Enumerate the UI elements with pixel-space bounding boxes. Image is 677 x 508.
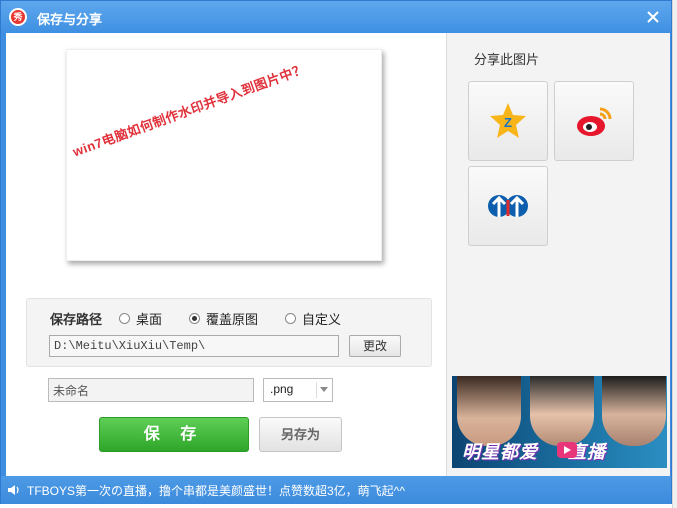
format-select[interactable]: .png — [263, 378, 333, 402]
status-bar[interactable]: TFBOYS第一次の直播，撸个串都是美颜盛世！点赞数超3亿，萌飞起^^ — [1, 476, 671, 504]
window-body: win7电脑如何制作水印并导入到图片中？ 保存路径 桌面 覆盖原图 自定义 D:… — [6, 33, 670, 476]
radio-overwrite-dot — [189, 313, 200, 324]
banner-face-1 — [457, 376, 521, 446]
app-logo-icon: 秀 — [9, 8, 27, 26]
window-title: 保存与分享 — [37, 12, 103, 27]
close-button[interactable] — [643, 7, 663, 27]
renren-icon — [488, 195, 528, 217]
format-divider — [316, 382, 317, 398]
speaker-icon — [8, 485, 19, 495]
title-bar[interactable]: 秀 保存与分享 — [1, 1, 671, 33]
format-value: .png — [270, 382, 294, 396]
change-path-button[interactable]: 更改 — [349, 335, 401, 357]
radio-overwrite-label: 覆盖原图 — [206, 312, 259, 327]
radio-desktop[interactable]: 桌面 — [119, 309, 162, 328]
banner-face-3 — [602, 376, 666, 446]
save-as-button[interactable]: 另存为 — [259, 417, 342, 452]
save-path-field[interactable]: D:\Meitu\XiuXiu\Temp\ — [49, 335, 339, 357]
save-button[interactable]: 保 存 — [99, 417, 249, 452]
radio-desktop-dot — [119, 313, 130, 324]
share-panel: 分享此图片 Z 明星都爱 直播 — [446, 33, 670, 476]
share-weibo-button[interactable] — [554, 81, 634, 161]
share-renren-button[interactable] — [468, 166, 548, 246]
file-name-field[interactable]: 未命名 — [48, 378, 254, 402]
save-path-box: 保存路径 桌面 覆盖原图 自定义 D:\Meitu\XiuXiu\Temp\ 更… — [26, 298, 432, 367]
radio-overwrite[interactable]: 覆盖原图 — [189, 309, 258, 328]
preview-watermark-text: win7电脑如何制作水印并导入到图片中？ — [70, 60, 308, 160]
image-preview: win7电脑如何制作水印并导入到图片中？ — [66, 49, 382, 261]
banner-text: 明星都爱 直播 — [462, 438, 606, 464]
svg-text:Z: Z — [504, 115, 512, 130]
radio-desktop-label: 桌面 — [136, 312, 163, 327]
radio-custom[interactable]: 自定义 — [285, 309, 341, 328]
radio-custom-dot — [285, 313, 296, 324]
qzone-icon: Z — [490, 103, 526, 138]
live-play-icon — [557, 442, 577, 458]
banner-face-2 — [530, 376, 594, 446]
share-qzone-button[interactable]: Z — [468, 81, 548, 161]
save-share-window: 秀 保存与分享 win7电脑如何制作水印并导入到图片中？ 保存路径 桌面 覆盖原… — [0, 0, 672, 504]
chevron-down-icon — [320, 387, 328, 392]
save-panel: win7电脑如何制作水印并导入到图片中？ 保存路径 桌面 覆盖原图 自定义 D:… — [6, 33, 446, 476]
weibo-icon — [577, 107, 612, 136]
banner-text-part1: 明星都爱 — [462, 442, 538, 462]
close-icon — [647, 11, 659, 23]
promo-banner[interactable]: 明星都爱 直播 — [452, 376, 667, 468]
status-ticker-text: TFBOYS第一次の直播，撸个串都是美颜盛世！点赞数超3亿，萌飞起^^ — [27, 484, 405, 498]
background-window-edge — [672, 0, 677, 508]
share-title: 分享此图片 — [474, 52, 540, 67]
radio-custom-label: 自定义 — [302, 312, 342, 327]
save-path-label: 保存路径 — [50, 312, 103, 327]
